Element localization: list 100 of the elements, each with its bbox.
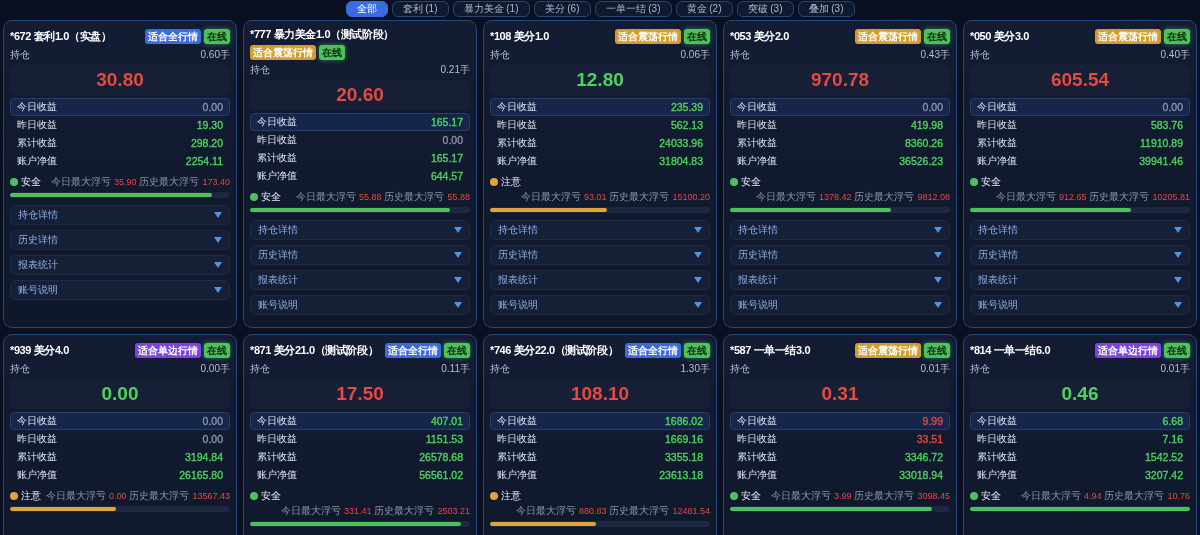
market-tag: 适合震荡行情	[615, 28, 681, 44]
drawdown-label: 历史最大浮亏	[609, 504, 670, 518]
section-toggle[interactable]: 账号说明	[490, 295, 710, 315]
section-toggle[interactable]: 报表统计	[10, 255, 230, 275]
stat-value: 583.76	[1150, 119, 1183, 131]
stat-value: 33.51	[916, 433, 943, 445]
filter-tab[interactable]: 一单一结 (3)	[594, 1, 672, 17]
stat-label: 昨日收益	[737, 118, 777, 132]
position-value: 0.06手	[680, 48, 710, 62]
stat-label: 累计收益	[737, 136, 777, 150]
filter-tab[interactable]: 美分 (6)	[533, 1, 591, 17]
market-tag: 适合全行情	[145, 28, 201, 44]
position-value: 0.11手	[441, 362, 470, 376]
stat-value: 39941.46	[1139, 155, 1183, 167]
stat-value: 3207.42	[1145, 469, 1183, 481]
stat-label: 账户净值	[257, 468, 297, 482]
risk-label: 安全	[741, 175, 761, 189]
caret-icon	[694, 252, 702, 258]
position-label: 持仓	[10, 362, 30, 376]
section-toggle[interactable]: 报表统计	[970, 270, 1190, 290]
section-toggle[interactable]: 历史详情	[730, 245, 950, 265]
market-tag: 适合震荡行情	[855, 28, 921, 44]
position-label: 持仓	[490, 48, 510, 62]
risk-label: 注意	[501, 489, 521, 503]
drawdown-label: 今日最大浮亏	[770, 489, 831, 503]
stat-label: 今日收益	[257, 414, 297, 428]
stat-value: 1151.53	[425, 433, 463, 445]
filter-tab[interactable]: 全部	[345, 1, 388, 17]
filter-tab[interactable]: 叠加 (3)	[797, 1, 855, 17]
stat-value: 1542.52	[1145, 451, 1183, 463]
risk-label: 安全	[21, 175, 41, 189]
drawdown-value: 880.83	[578, 506, 607, 516]
stat-value: 36526.23	[899, 155, 943, 167]
account-title: *050 美分3.0	[970, 28, 1029, 44]
stat-value: 1686.02	[665, 415, 703, 427]
stat-value: 6.68	[1162, 415, 1183, 427]
position-label: 持仓	[250, 63, 270, 77]
drawdown-value: 0.00	[108, 491, 127, 501]
section-toggle[interactable]: 报表统计	[250, 270, 470, 290]
stat-label: 累计收益	[977, 450, 1017, 464]
stat-label: 今日收益	[737, 100, 777, 114]
drawdown-value: 12481.54	[672, 506, 710, 516]
online-status: 在线	[444, 342, 470, 358]
filter-tab[interactable]: 突破 (3)	[736, 1, 794, 17]
drawdown-value: 10.76	[1167, 491, 1190, 501]
drawdown-label: 今日最大浮亏	[280, 504, 341, 518]
position-label: 持仓	[10, 48, 30, 62]
stat-label: 昨日收益	[977, 118, 1017, 132]
stat-value: 165.17	[430, 152, 463, 164]
stat-value: 56561.02	[419, 469, 463, 481]
position-value: 0.00手	[200, 362, 230, 376]
drawdown-label: 历史最大浮亏	[609, 190, 670, 204]
section-toggle[interactable]: 持仓详情	[970, 220, 1190, 240]
section-toggle[interactable]: 历史详情	[10, 230, 230, 250]
drawdown-label: 今日最大浮亏	[995, 190, 1056, 204]
stat-label: 昨日收益	[257, 133, 297, 147]
stat-value: 3194.84	[185, 451, 223, 463]
section-toggle[interactable]: 持仓详情	[490, 220, 710, 240]
online-status: 在线	[684, 342, 710, 358]
risk-label: 安全	[981, 489, 1001, 503]
drawdown-value: 3098.45	[917, 491, 950, 501]
stat-label: 今日收益	[977, 414, 1017, 428]
caret-icon	[454, 227, 462, 233]
section-toggle[interactable]: 历史详情	[970, 245, 1190, 265]
section-toggle[interactable]: 账号说明	[730, 295, 950, 315]
section-toggle[interactable]: 账号说明	[250, 295, 470, 315]
caret-icon	[694, 227, 702, 233]
stat-label: 账户净值	[977, 468, 1017, 482]
stat-value: 0.00	[922, 101, 943, 113]
stat-label: 昨日收益	[497, 432, 537, 446]
drawdown-value: 173.40	[202, 177, 230, 187]
section-toggle[interactable]: 历史详情	[250, 245, 470, 265]
section-toggle[interactable]: 报表统计	[730, 270, 950, 290]
stat-value: 3346.72	[905, 451, 943, 463]
stat-label: 累计收益	[17, 136, 57, 150]
drawdown-value: 9812.08	[917, 192, 950, 202]
section-toggle[interactable]: 持仓详情	[250, 220, 470, 240]
stat-label: 累计收益	[497, 450, 537, 464]
stat-label: 累计收益	[497, 136, 537, 150]
stat-label: 累计收益	[737, 450, 777, 464]
caret-icon	[214, 262, 222, 268]
position-label: 持仓	[490, 362, 510, 376]
section-toggle[interactable]: 持仓详情	[10, 205, 230, 225]
section-toggle[interactable]: 账号说明	[10, 280, 230, 300]
filter-tab[interactable]: 暴力美金 (1)	[452, 1, 530, 17]
account-title: *746 美分22.0（测试阶段）	[490, 342, 619, 358]
section-toggle[interactable]: 持仓详情	[730, 220, 950, 240]
account-title: *587 一单一结3.0	[730, 342, 811, 358]
online-status: 在线	[204, 28, 230, 44]
stat-value: 26578.68	[419, 451, 463, 463]
section-toggle[interactable]: 历史详情	[490, 245, 710, 265]
stat-value: 644.57	[430, 170, 463, 182]
stat-value: 0.00	[202, 101, 223, 113]
drawdown-label: 历史最大浮亏	[854, 190, 915, 204]
caret-icon	[934, 302, 942, 308]
section-toggle[interactable]: 账号说明	[970, 295, 1190, 315]
section-toggle[interactable]: 报表统计	[490, 270, 710, 290]
filter-tab[interactable]: 黄金 (2)	[675, 1, 733, 17]
filter-tab[interactable]: 套利 (1)	[391, 1, 449, 17]
account-title: *777 暴力美金1.0（测试阶段）	[250, 27, 394, 42]
